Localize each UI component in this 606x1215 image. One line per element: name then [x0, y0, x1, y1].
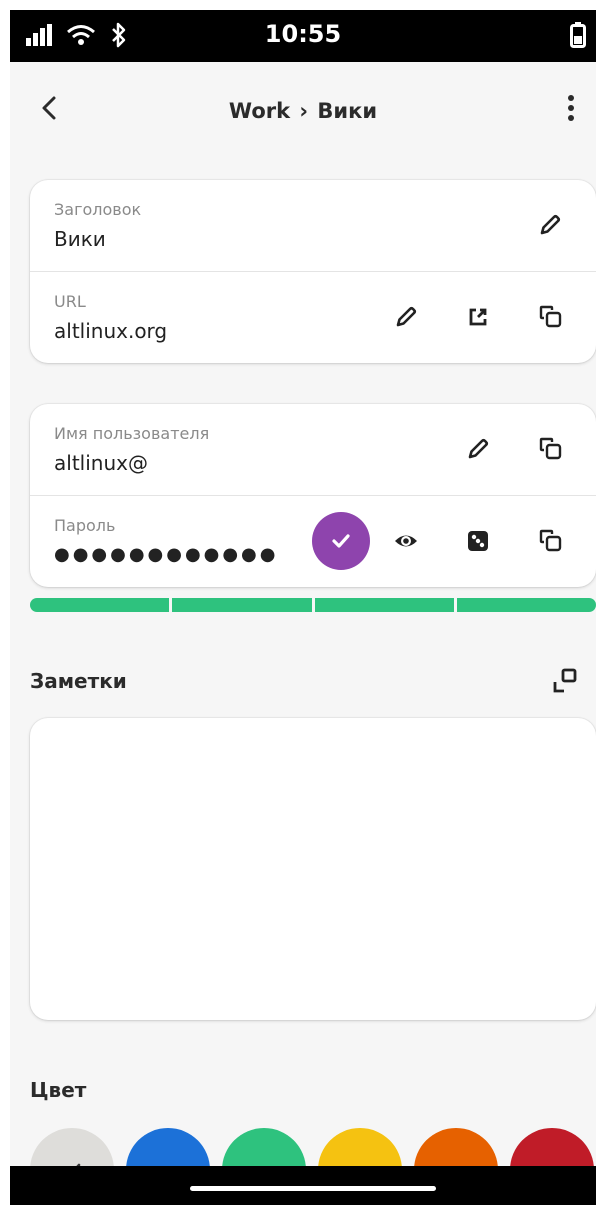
external-link-icon [469, 308, 487, 326]
title-value: Вики [54, 227, 106, 251]
check-password-button[interactable] [312, 512, 370, 570]
copy-icon [539, 529, 562, 552]
edit-username-button[interactable] [458, 429, 498, 469]
page-title: Work › Вики [10, 99, 596, 123]
strength-segment [314, 598, 454, 612]
battery-icon [570, 22, 586, 52]
notes-textarea[interactable] [30, 718, 596, 1020]
strength-segment [172, 598, 312, 612]
open-url-button[interactable] [458, 297, 498, 337]
more-vertical-icon [568, 95, 574, 121]
header-bar: Work › Вики [10, 62, 596, 158]
username-row: Имя пользователя altlinux@ [30, 404, 596, 495]
title-row: Заголовок Вики [30, 180, 596, 271]
url-value: altlinux.org [54, 319, 168, 343]
username-value: altlinux@ [54, 451, 148, 475]
password-value: ●●●●●●●●●●●● [54, 544, 279, 565]
entry-details-card: Заголовок Вики URL altlinux.org [30, 180, 596, 363]
reveal-password-button[interactable] [386, 521, 426, 561]
app-window: 10:55 Work › Вики Заголовок Вики URL alt… [10, 10, 596, 1205]
navigation-bar [10, 1166, 596, 1205]
pencil-icon [468, 438, 489, 459]
breadcrumb-separator: › [299, 99, 309, 123]
pencil-icon [396, 306, 417, 327]
copy-icon [539, 305, 562, 328]
copy-username-button[interactable] [530, 429, 570, 469]
expand-notes-button[interactable] [548, 664, 582, 698]
expand-icon [553, 668, 577, 693]
breadcrumb-page: Вики [317, 99, 378, 123]
home-indicator[interactable] [190, 1186, 436, 1191]
url-label: URL [54, 292, 86, 311]
notes-heading: Заметки [30, 669, 127, 693]
password-row: Пароль ●●●●●●●●●●●● [30, 495, 596, 587]
color-heading: Цвет [30, 1078, 87, 1102]
breadcrumb-workspace[interactable]: Work [229, 99, 290, 123]
more-menu-button[interactable] [556, 90, 586, 126]
url-row: URL altlinux.org [30, 271, 596, 363]
copy-url-button[interactable] [530, 297, 570, 337]
copy-password-button[interactable] [530, 521, 570, 561]
status-time: 10:55 [264, 20, 342, 48]
copy-icon [539, 437, 562, 460]
strength-segment [456, 598, 596, 612]
username-label: Имя пользователя [54, 424, 210, 443]
generate-password-button[interactable] [458, 521, 498, 561]
dice-icon [468, 531, 488, 551]
edit-url-button[interactable] [386, 297, 426, 337]
title-label: Заголовок [54, 200, 142, 219]
pencil-icon [540, 214, 561, 235]
edit-title-button[interactable] [530, 205, 570, 245]
status-bar: 10:55 [10, 10, 596, 62]
password-strength-bar [30, 598, 596, 612]
eye-icon [395, 535, 417, 547]
strength-segment [30, 598, 170, 612]
login-card: Имя пользователя altlinux@ Пароль ●●●●●●… [30, 404, 596, 587]
checkmark-icon [332, 534, 350, 548]
password-label: Пароль [54, 516, 116, 535]
